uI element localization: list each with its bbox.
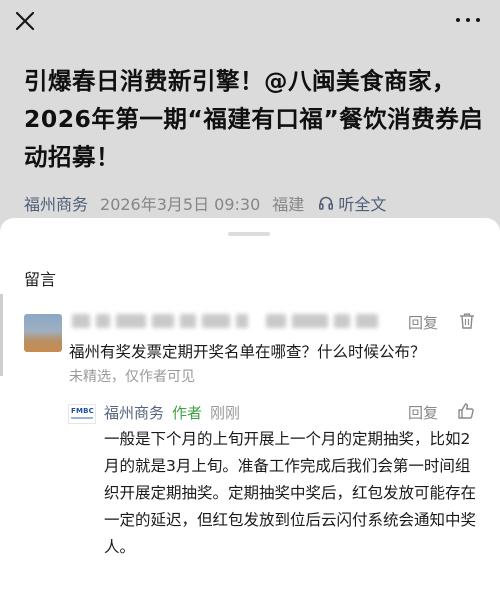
reply-text: 一般是下个月的上旬开展上一个月的定期抽奖，比如2月的就是3月上旬。准备工作完成后… xyxy=(104,430,477,556)
delete-button[interactable] xyxy=(458,312,476,334)
reply-header: 福州商务 作者 刚刚 xyxy=(104,402,240,423)
comment-text: 福州有奖发票定期开奖名单在哪查？什么时候公布？ xyxy=(69,343,426,361)
reply-author-name[interactable]: 福州商务 xyxy=(104,402,164,423)
author-logo[interactable]: FMBC xyxy=(68,404,96,424)
comment-reply-button[interactable]: 回复 xyxy=(408,312,438,333)
reply-time: 刚刚 xyxy=(210,404,241,422)
comment-status: 未精选，仅作者可见 xyxy=(69,369,195,385)
trash-icon xyxy=(460,313,474,329)
commenter-name-redacted xyxy=(72,314,378,328)
avatar[interactable] xyxy=(24,314,62,352)
sheet-drag-handle[interactable] xyxy=(228,232,270,236)
author-tag: 作者 xyxy=(172,404,203,422)
comments-sheet: 留言 回复 福州有奖发票定期开奖名单在哪查？什么时候公布？ 未精选，仅作者可见 … xyxy=(0,218,500,604)
author-logo-subline xyxy=(71,417,93,419)
author-logo-text: FMBC xyxy=(71,407,95,415)
scrollbar[interactable] xyxy=(0,294,3,376)
like-button[interactable] xyxy=(456,401,476,425)
sheet-title: 留言 xyxy=(24,270,57,289)
thumbs-up-icon xyxy=(458,403,474,419)
reply-reply-button[interactable]: 回复 xyxy=(408,402,438,423)
